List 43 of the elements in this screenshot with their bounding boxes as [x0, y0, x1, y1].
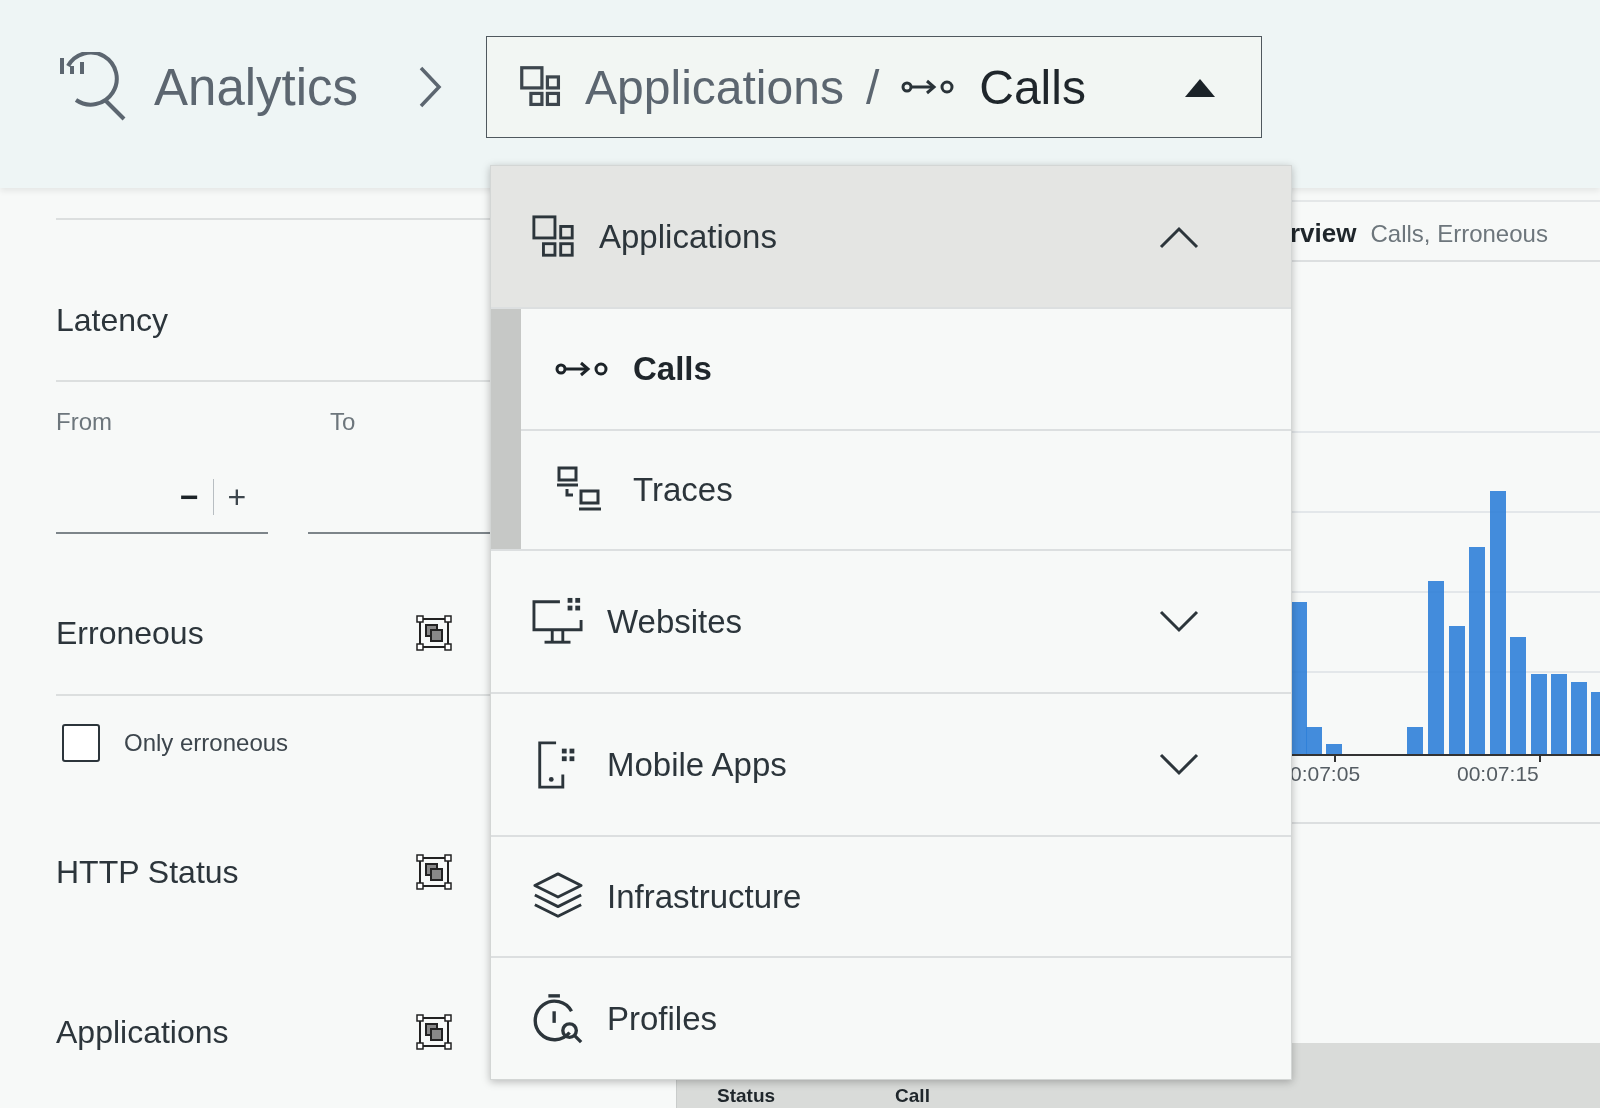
chevron-right-icon: [418, 65, 443, 109]
menu-item[interactable]: Infrastructure: [491, 837, 1291, 958]
axis-tick-label: 0:07:05: [1290, 762, 1361, 786]
filter-title: Latency: [56, 301, 169, 339]
menu-item[interactable]: Calls: [521, 309, 1291, 429]
filter-title: Applications: [56, 1013, 229, 1051]
histogram-bar: [1407, 727, 1423, 755]
monitor-icon: [531, 596, 585, 647]
menu-item[interactable]: Mobile Apps: [491, 694, 1291, 837]
menu-item[interactable]: Applications: [491, 166, 1291, 309]
apps-icon: [531, 213, 577, 260]
column-header: Call: [895, 1086, 930, 1108]
histogram-bar: [1326, 744, 1342, 755]
checkbox[interactable]: [62, 724, 100, 762]
field-label: To: [330, 408, 356, 436]
axis-tick-label: 00:07:15: [1457, 762, 1539, 786]
group-icon[interactable]: [416, 1014, 452, 1050]
calls-icon: [901, 77, 956, 97]
chart-title: rview: [1290, 218, 1357, 249]
view-select[interactable]: Applications / Calls: [486, 36, 1263, 138]
filter-title: HTTP Status: [56, 853, 239, 891]
field-label: From: [56, 408, 113, 436]
group-icon[interactable]: [416, 854, 452, 890]
checkbox-label: Only erroneous: [124, 729, 289, 757]
filter-title: Erroneous: [56, 614, 204, 652]
histogram-bar: [1591, 692, 1600, 755]
decrement-button[interactable]: −: [175, 478, 203, 516]
stopwatch-icon: [531, 991, 585, 1046]
menu-item[interactable]: Profiles: [491, 958, 1291, 1079]
group-icon[interactable]: [416, 615, 452, 651]
calls-icon: [555, 359, 609, 379]
increment-button[interactable]: +: [223, 478, 251, 516]
chevron-icon: [1159, 224, 1199, 249]
chevron-icon: [1159, 609, 1199, 634]
menu-item[interactable]: Websites: [491, 551, 1291, 694]
column-header: Status: [717, 1086, 776, 1108]
chevron-icon: [1159, 752, 1199, 777]
caret-icon: [1185, 77, 1216, 97]
menu-item[interactable]: Traces: [521, 429, 1291, 549]
breadcrumb-link[interactable]: Analytics: [154, 57, 359, 117]
chart-subtitle: Calls, Erroneous: [1370, 220, 1548, 248]
analytics-icon: [58, 52, 128, 122]
number-field[interactable]: − +: [56, 462, 269, 534]
